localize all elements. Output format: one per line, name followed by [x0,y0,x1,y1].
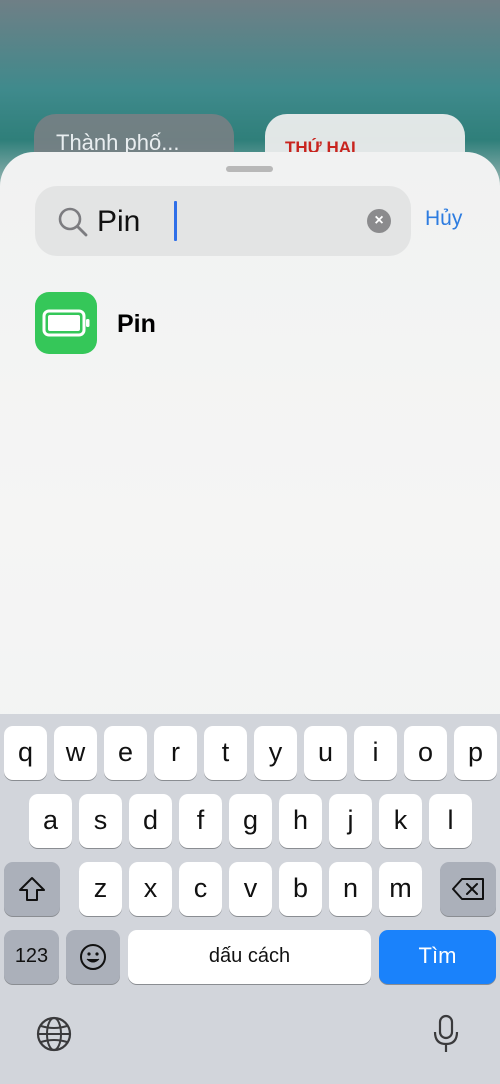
key-w[interactable]: w [54,726,97,780]
key-y[interactable]: y [254,726,297,780]
text-cursor [174,201,177,241]
numbers-key[interactable]: 123 [4,930,59,984]
key-q[interactable]: q [4,726,47,780]
emoji-icon [80,944,106,970]
key-a[interactable]: a [29,794,72,848]
keyboard: q w e r t y u i o p a s d f g h j k l z … [0,714,500,1084]
key-k[interactable]: k [379,794,422,848]
key-l[interactable]: l [429,794,472,848]
delete-icon [452,878,484,900]
key-d[interactable]: d [129,794,172,848]
search-result-battery[interactable]: Pin [35,292,465,356]
key-f[interactable]: f [179,794,222,848]
search-return-key[interactable]: Tìm [379,930,496,984]
key-j[interactable]: j [329,794,372,848]
shift-icon [19,877,45,901]
space-key[interactable]: dấu cách [128,930,371,984]
key-z[interactable]: z [79,862,122,916]
key-m[interactable]: m [379,862,422,916]
key-o[interactable]: o [404,726,447,780]
cancel-button[interactable]: Hủy [425,207,462,231]
key-u[interactable]: u [304,726,347,780]
key-s[interactable]: s [79,794,122,848]
key-t[interactable]: t [204,726,247,780]
key-p[interactable]: p [454,726,497,780]
clear-text-button[interactable]: × [367,209,391,233]
key-v[interactable]: v [229,862,272,916]
key-e[interactable]: e [104,726,147,780]
sheet-grabber[interactable] [226,166,273,172]
key-h[interactable]: h [279,794,322,848]
battery-icon [35,292,97,354]
key-b[interactable]: b [279,862,322,916]
key-x[interactable]: x [129,862,172,916]
shift-key[interactable] [4,862,60,916]
key-n[interactable]: n [329,862,372,916]
key-c[interactable]: c [179,862,222,916]
search-input[interactable]: Pin [97,202,140,242]
delete-key[interactable] [440,862,496,916]
search-icon [58,207,88,237]
globe-icon[interactable] [36,1016,72,1052]
result-label: Pin [117,310,156,338]
key-i[interactable]: i [354,726,397,780]
key-g[interactable]: g [229,794,272,848]
key-r[interactable]: r [154,726,197,780]
search-field[interactable]: Pin × [35,186,411,256]
microphone-icon[interactable] [432,1014,460,1054]
emoji-key[interactable] [66,930,120,984]
